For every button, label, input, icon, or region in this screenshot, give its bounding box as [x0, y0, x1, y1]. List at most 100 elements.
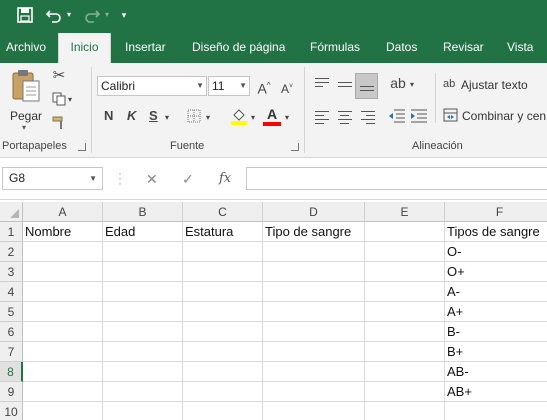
decrease-font-size-icon[interactable]: A˅ [279, 79, 295, 97]
cell-a9[interactable] [23, 382, 103, 402]
cell-e6[interactable] [365, 322, 445, 342]
paste-button[interactable]: Pegar ▾ [6, 67, 44, 132]
cell-a3[interactable] [23, 262, 103, 282]
row-header-6[interactable]: 6 [0, 322, 23, 342]
cell-c5[interactable] [183, 302, 263, 322]
tab-formulas[interactable]: Fórmulas [310, 31, 360, 63]
clipboard-launcher-icon[interactable] [78, 143, 86, 151]
cell-d9[interactable] [263, 382, 365, 402]
cell-d8[interactable] [263, 362, 365, 382]
cell-c7[interactable] [183, 342, 263, 362]
cell-f10[interactable] [445, 402, 547, 420]
row-header-9[interactable]: 9 [0, 382, 23, 402]
cell-e1[interactable] [365, 222, 445, 242]
tab-diseno-de-pagina[interactable]: Diseño de página [192, 31, 285, 63]
formula-input[interactable] [246, 167, 547, 190]
row-header-5[interactable]: 5 [0, 302, 23, 322]
fill-color-dropdown-icon[interactable]: ▾ [251, 110, 255, 126]
cell-d2[interactable] [263, 242, 365, 262]
row-header-8[interactable]: 8 [0, 362, 23, 382]
italic-button[interactable]: K [127, 108, 136, 123]
cell-c8[interactable] [183, 362, 263, 382]
tab-archivo[interactable]: Archivo [6, 31, 46, 63]
fill-color-icon[interactable] [230, 107, 248, 129]
customize-qat-icon[interactable]: ▾ [118, 4, 130, 26]
cancel-icon[interactable]: ✕ [146, 171, 158, 188]
row-header-3[interactable]: 3 [0, 262, 23, 282]
cell-b5[interactable] [103, 302, 183, 322]
cell-c3[interactable] [183, 262, 263, 282]
cell-b6[interactable] [103, 322, 183, 342]
row-header-4[interactable]: 4 [0, 282, 23, 302]
cell-c6[interactable] [183, 322, 263, 342]
cell-c1[interactable]: Estatura [183, 222, 263, 242]
cell-b8[interactable] [103, 362, 183, 382]
cell-a6[interactable] [23, 322, 103, 342]
bold-button[interactable]: N [104, 108, 113, 123]
enter-icon[interactable]: ✓ [182, 171, 194, 188]
cut-icon[interactable]: ✂ [50, 68, 68, 84]
column-header-e[interactable]: E [365, 202, 445, 222]
cell-f6[interactable]: B- [445, 322, 547, 342]
redo-icon[interactable] [82, 4, 102, 26]
cell-d1[interactable]: Tipo de sangre [263, 222, 365, 242]
borders-dropdown-icon[interactable]: ▾ [206, 110, 210, 126]
cell-a4[interactable] [23, 282, 103, 302]
font-name-combo[interactable]: Calibri ▼ [97, 76, 207, 96]
cell-b9[interactable] [103, 382, 183, 402]
cell-f4[interactable]: A- [445, 282, 547, 302]
formula-bar-grip-icon[interactable]: · · · [118, 167, 122, 189]
tab-revisar[interactable]: Revisar [443, 31, 484, 63]
cell-e9[interactable] [365, 382, 445, 402]
cell-b10[interactable] [103, 402, 183, 420]
cell-e7[interactable] [365, 342, 445, 362]
font-color-dropdown-icon[interactable]: ▾ [285, 110, 289, 126]
cell-b3[interactable] [103, 262, 183, 282]
column-header-b[interactable]: B [103, 202, 183, 222]
cell-a1[interactable]: Nombre [23, 222, 103, 242]
name-box[interactable]: G8 ▼ [2, 167, 103, 190]
tab-datos[interactable]: Datos [386, 31, 417, 63]
cell-b7[interactable] [103, 342, 183, 362]
cell-a8[interactable] [23, 362, 103, 382]
cell-f9[interactable]: AB+ [445, 382, 547, 402]
tab-insertar[interactable]: Insertar [125, 31, 166, 63]
cell-f3[interactable]: O+ [445, 262, 547, 282]
cell-d4[interactable] [263, 282, 365, 302]
increase-font-size-icon[interactable]: A^ [256, 78, 272, 97]
cell-d6[interactable] [263, 322, 365, 342]
cell-a10[interactable] [23, 402, 103, 420]
cell-f7[interactable]: B+ [445, 342, 547, 362]
cell-c4[interactable] [183, 282, 263, 302]
cell-b2[interactable] [103, 242, 183, 262]
underline-dropdown-icon[interactable]: ▾ [165, 110, 169, 126]
align-left-icon[interactable] [315, 111, 329, 127]
column-header-f[interactable]: F [445, 202, 547, 222]
tab-vista[interactable]: Vista [507, 31, 533, 63]
cell-a5[interactable] [23, 302, 103, 322]
select-all-button[interactable] [0, 202, 23, 222]
copy-icon[interactable] [50, 92, 68, 110]
underline-button[interactable]: S [149, 108, 158, 123]
cell-f5[interactable]: A+ [445, 302, 547, 322]
undo-icon[interactable] [44, 4, 64, 26]
align-right-icon[interactable] [361, 111, 375, 127]
cell-f1[interactable]: Tipos de sangre [445, 222, 547, 242]
cell-a2[interactable] [23, 242, 103, 262]
row-header-10[interactable]: 10 [0, 402, 23, 420]
font-size-combo[interactable]: 11 ▼ [208, 76, 250, 96]
font-color-icon[interactable]: A [263, 107, 281, 126]
row-header-1[interactable]: 1 [0, 222, 23, 242]
cell-e10[interactable] [365, 402, 445, 420]
format-painter-icon[interactable] [50, 116, 68, 134]
cell-f2[interactable]: O- [445, 242, 547, 262]
column-header-c[interactable]: C [183, 202, 263, 222]
wrap-text-button[interactable]: ab Ajustar texto [443, 76, 547, 94]
column-header-a[interactable]: A [23, 202, 103, 222]
cell-d10[interactable] [263, 402, 365, 420]
merge-center-button[interactable]: Combinar y cen [443, 107, 547, 125]
cell-e2[interactable] [365, 242, 445, 262]
cell-c9[interactable] [183, 382, 263, 402]
copy-dropdown-icon[interactable]: ▾ [68, 92, 72, 108]
undo-dropdown-icon[interactable]: ▾ [64, 4, 74, 26]
